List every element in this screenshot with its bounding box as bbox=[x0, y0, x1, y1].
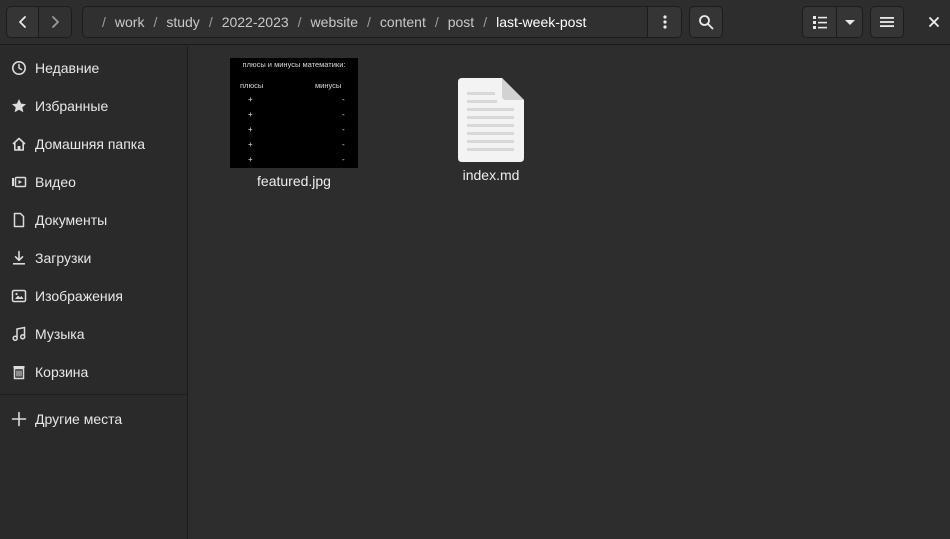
sidebar-item-other-places[interactable]: Другие места bbox=[0, 400, 188, 438]
sidebar-item-pictures[interactable]: Изображения bbox=[0, 277, 188, 315]
breadcrumb-post[interactable]: post bbox=[448, 14, 474, 30]
image-thumbnail: плюсы и минусы математики: плюсы минусы … bbox=[230, 58, 358, 168]
breadcrumb-work[interactable]: work bbox=[115, 14, 145, 30]
sidebar-item-label: Изображения bbox=[35, 288, 123, 304]
path-bar: / work / study / 2022-2023 / website / c… bbox=[82, 6, 682, 38]
view-options-dropdown[interactable] bbox=[836, 6, 863, 38]
sidebar-item-music[interactable]: Музыка bbox=[0, 315, 188, 353]
thumbnail-col-left: плюсы bbox=[240, 81, 264, 90]
forward-button[interactable] bbox=[38, 6, 72, 38]
view-list-button[interactable] bbox=[802, 6, 837, 38]
sidebar-item-label: Корзина bbox=[35, 364, 89, 380]
sidebar-item-trash[interactable]: Корзина bbox=[0, 353, 188, 391]
sidebar: Недавние Избранные Домашняя папка Видео … bbox=[0, 46, 188, 539]
thumbnail-cell: - bbox=[342, 155, 345, 164]
sidebar-item-recent[interactable]: Недавние bbox=[0, 49, 188, 87]
image-icon bbox=[10, 287, 28, 305]
search-button[interactable] bbox=[689, 6, 723, 38]
close-window-button[interactable] bbox=[918, 6, 950, 38]
sidebar-item-home[interactable]: Домашняя папка bbox=[0, 125, 188, 163]
path-menu-button[interactable] bbox=[647, 7, 681, 37]
video-icon bbox=[10, 173, 28, 191]
download-icon bbox=[10, 249, 28, 267]
file-name: index.md bbox=[462, 167, 520, 183]
document-icon bbox=[10, 211, 28, 229]
plus-icon bbox=[10, 410, 28, 428]
thumbnail-cell: - bbox=[342, 125, 345, 134]
sidebar-item-label: Другие места bbox=[35, 411, 123, 427]
text-file-icon bbox=[458, 78, 524, 162]
hamburger-icon bbox=[880, 17, 894, 27]
sidebar-item-label: Избранные bbox=[35, 98, 109, 114]
sidebar-item-label: Домашняя папка bbox=[35, 136, 146, 152]
clock-icon bbox=[10, 59, 28, 77]
sidebar-item-label: Недавние bbox=[35, 60, 100, 76]
sidebar-item-label: Музыка bbox=[35, 326, 85, 342]
sidebar-divider bbox=[0, 394, 188, 395]
kebab-menu-icon bbox=[662, 15, 667, 29]
sidebar-item-documents[interactable]: Документы bbox=[0, 201, 188, 239]
breadcrumb-study[interactable]: study bbox=[166, 14, 199, 30]
main-menu-button[interactable] bbox=[870, 6, 904, 38]
thumbnail-cell: + bbox=[248, 95, 253, 104]
list-view-icon bbox=[812, 16, 827, 29]
thumbnail-cell: + bbox=[248, 155, 253, 164]
thumbnail-cell: + bbox=[248, 140, 253, 149]
music-icon bbox=[10, 325, 28, 343]
search-icon bbox=[699, 15, 714, 30]
home-icon bbox=[10, 135, 28, 153]
thumbnail-cell: - bbox=[342, 95, 345, 104]
sidebar-item-label: Документы bbox=[35, 212, 108, 228]
caret-down-icon bbox=[844, 20, 855, 25]
file-item-index-md[interactable]: index.md bbox=[458, 78, 524, 183]
header-bar: / work / study / 2022-2023 / website / c… bbox=[0, 0, 950, 45]
breadcrumb-website[interactable]: website bbox=[311, 14, 358, 30]
thumbnail-title: плюсы и минусы математики: bbox=[242, 60, 346, 69]
chevron-left-icon bbox=[18, 16, 26, 28]
back-button[interactable] bbox=[6, 6, 39, 38]
breadcrumb-last-week-post[interactable]: last-week-post bbox=[496, 14, 586, 30]
file-view: плюсы и минусы математики: плюсы минусы … bbox=[189, 46, 950, 539]
breadcrumb-content[interactable]: content bbox=[380, 14, 426, 30]
thumbnail-cell: - bbox=[342, 110, 345, 119]
chevron-right-icon bbox=[52, 16, 59, 28]
file-item-featured-jpg[interactable]: плюсы и минусы математики: плюсы минусы … bbox=[230, 58, 358, 189]
thumbnail-cell: - bbox=[342, 140, 345, 149]
thumbnail-col-right: минусы bbox=[315, 81, 342, 90]
breadcrumb-2022-2023[interactable]: 2022-2023 bbox=[222, 14, 289, 30]
file-name: featured.jpg bbox=[257, 173, 331, 189]
sidebar-item-downloads[interactable]: Загрузки bbox=[0, 239, 188, 277]
breadcrumb: / work / study / 2022-2023 / website / c… bbox=[102, 14, 587, 30]
thumbnail-cell: + bbox=[248, 125, 253, 134]
trash-icon bbox=[10, 363, 28, 381]
sidebar-item-starred[interactable]: Избранные bbox=[0, 87, 188, 125]
star-icon bbox=[10, 97, 28, 115]
sidebar-item-videos[interactable]: Видео bbox=[0, 163, 188, 201]
sidebar-item-label: Видео bbox=[35, 174, 76, 190]
sidebar-item-label: Загрузки bbox=[35, 250, 92, 266]
close-icon bbox=[929, 17, 939, 27]
thumbnail-cell: + bbox=[248, 110, 253, 119]
